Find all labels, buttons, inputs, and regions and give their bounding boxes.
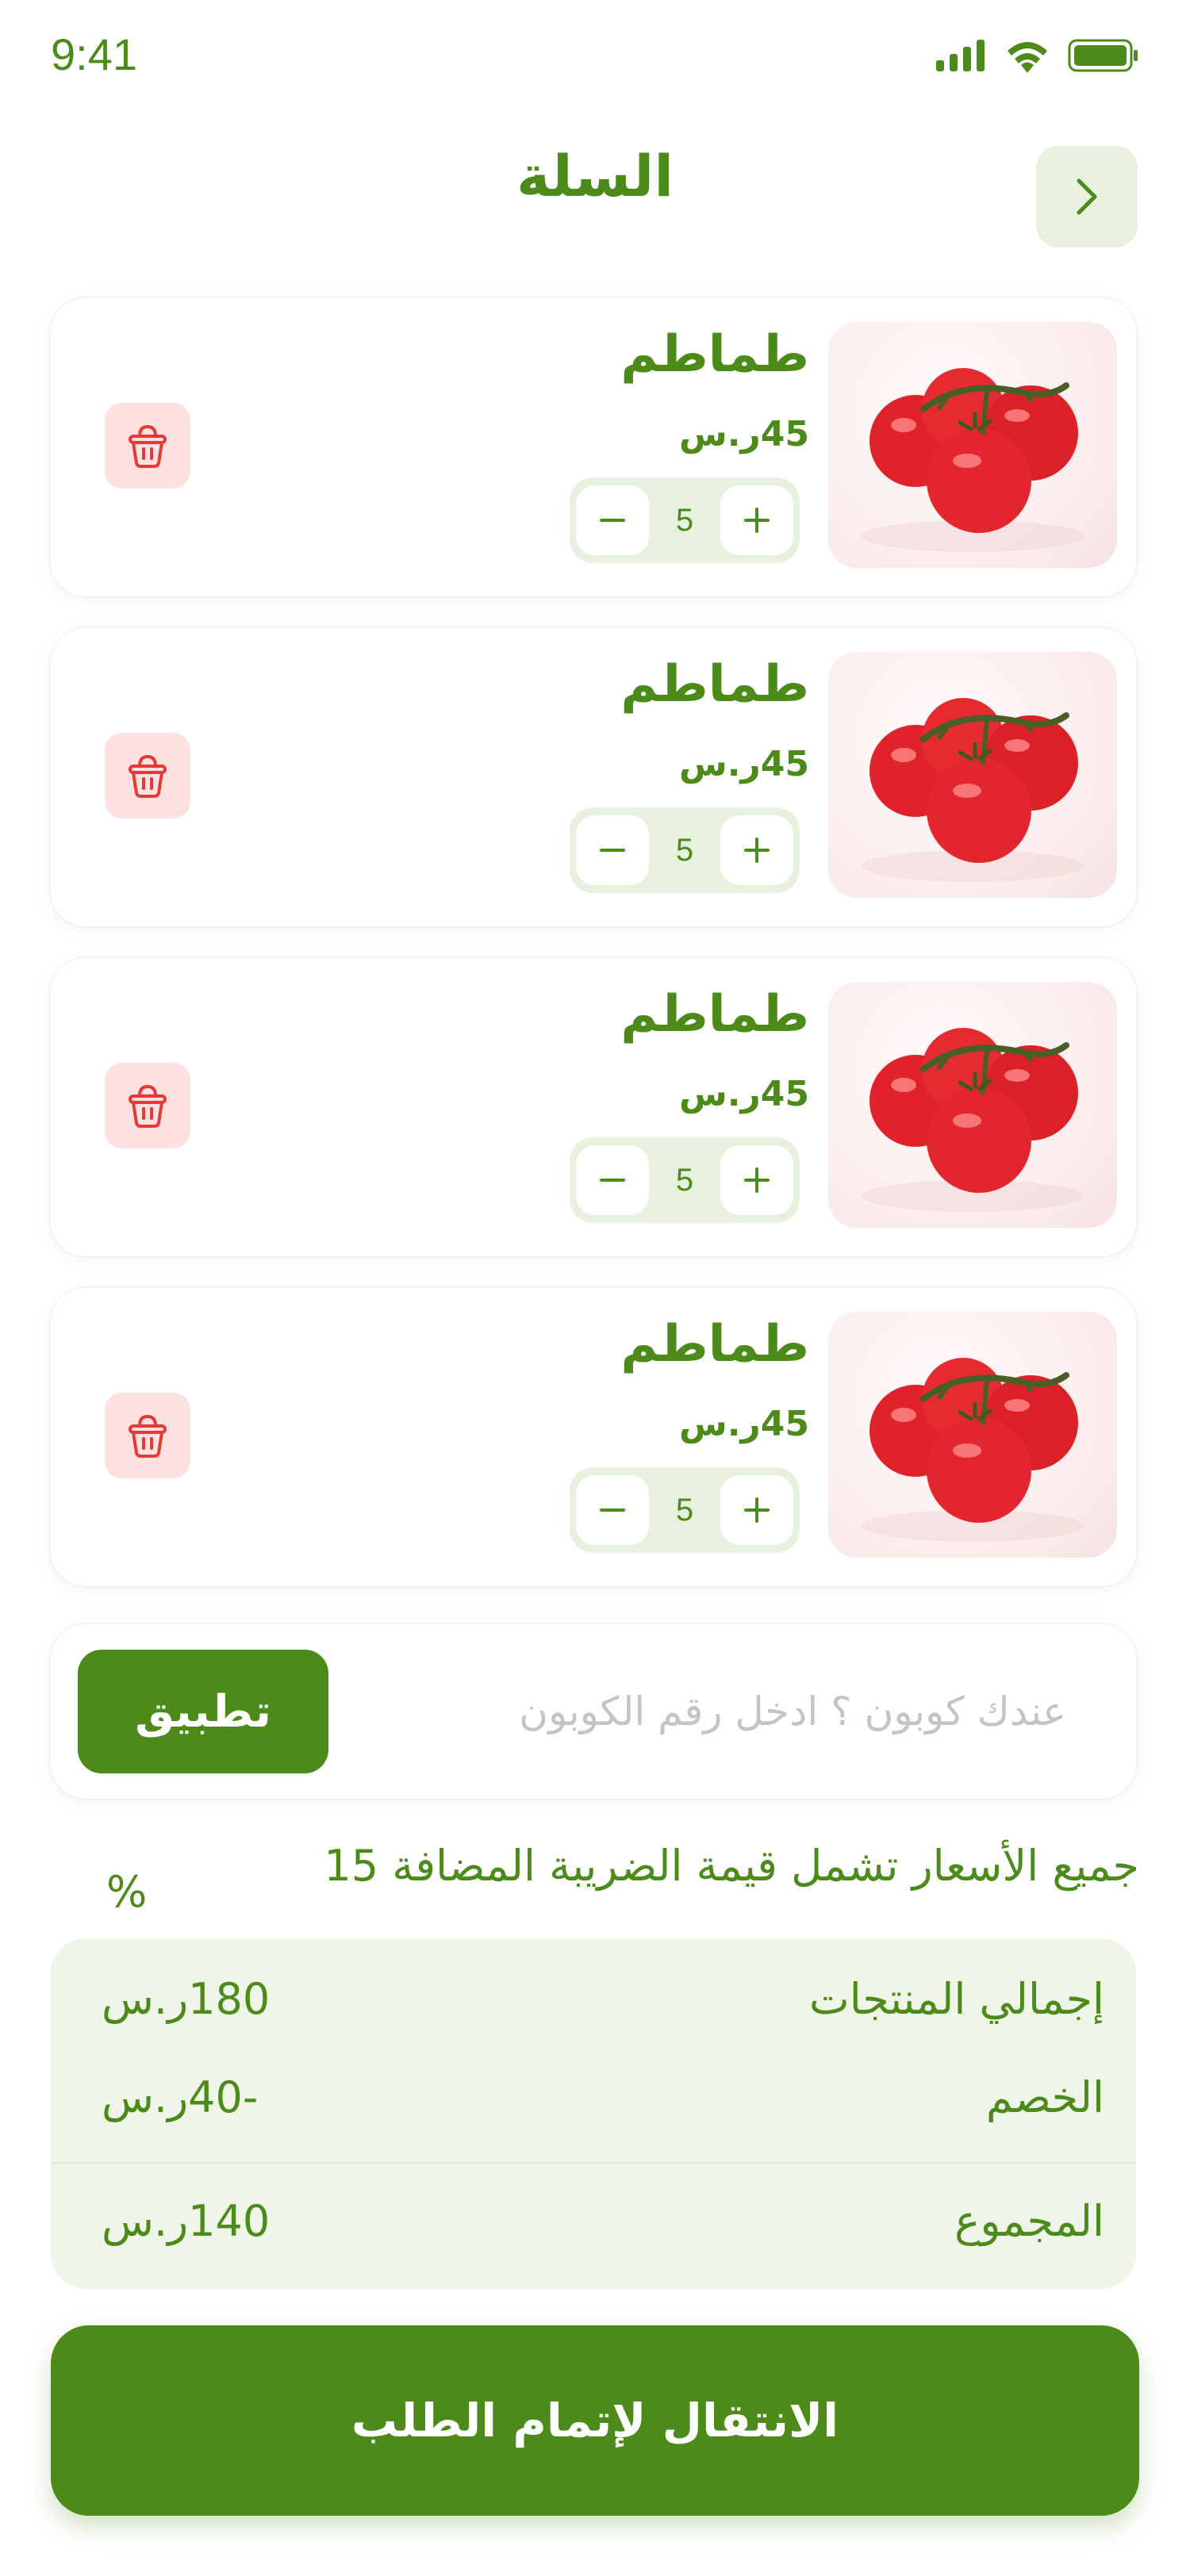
tomato-illustration: [862, 368, 1084, 552]
decrease-quantity-button[interactable]: [576, 815, 649, 885]
tomato-illustration: [862, 1358, 1084, 1542]
item-name: طماطم: [620, 655, 809, 714]
quantity-value: 5: [675, 1492, 694, 1528]
order-summary: 180ر.س إجمالي المنتجات -40ر.س الخصم 140ر…: [51, 1938, 1136, 2289]
grand-total-label: المجموع: [954, 2195, 1104, 2246]
wifi-icon: [1008, 42, 1047, 73]
increase-quantity-button[interactable]: [720, 815, 793, 885]
delete-item-button[interactable]: [105, 403, 190, 489]
tomato-illustration: [862, 1028, 1084, 1212]
status-bar: 9:41: [0, 0, 1190, 111]
quantity-stepper: 5: [570, 1467, 800, 1553]
summary-row-grand-total: 140ر.س المجموع: [102, 2189, 1104, 2252]
checkout-button[interactable]: الانتقال لإتمام الطلب: [51, 2325, 1139, 2516]
trash-basket-icon: [129, 1084, 167, 1128]
products-total-label: إجمالي المنتجات: [808, 1973, 1104, 2024]
plus-icon: [744, 1167, 770, 1193]
summary-divider: [51, 2162, 1136, 2164]
tax-percent: %: [106, 1867, 148, 1917]
coupon-box: تطبيق: [51, 1624, 1136, 1799]
decrease-quantity-button[interactable]: [576, 1475, 649, 1545]
item-price: 45ر.س: [679, 1074, 809, 1114]
quantity-stepper: 5: [570, 1137, 800, 1223]
product-image-tomato: [828, 1312, 1117, 1558]
summary-row-products-total: 180ر.س إجمالي المنتجات: [102, 1967, 1104, 2030]
page-title: السلة: [516, 143, 674, 209]
item-name: طماطم: [620, 325, 809, 384]
plus-icon: [744, 508, 770, 533]
quantity-value: 5: [675, 1162, 694, 1198]
product-image-tomato: [828, 982, 1117, 1228]
increase-quantity-button[interactable]: [720, 1475, 793, 1545]
plus-icon: [744, 1497, 770, 1523]
quantity-value: 5: [675, 502, 694, 538]
battery-icon: [1068, 39, 1138, 72]
grand-total-value: 140ر.س: [102, 2195, 271, 2246]
quantity-stepper: 5: [570, 477, 800, 563]
item-name: طماطم: [620, 1315, 809, 1374]
decrease-quantity-button[interactable]: [576, 1145, 649, 1215]
tax-note: جميع الأسعار تشمل قيمة الضريبة المضافة 1…: [324, 1841, 1139, 1891]
quantity-stepper: 5: [570, 807, 800, 893]
increase-quantity-button[interactable]: [720, 1145, 793, 1215]
item-price: 45ر.س: [679, 744, 809, 784]
minus-icon: [600, 1179, 625, 1182]
product-image-tomato: [828, 322, 1117, 568]
cart-item: طماطم 45ر.س 5: [51, 628, 1136, 926]
minus-icon: [600, 519, 625, 522]
trash-basket-icon: [129, 424, 167, 468]
item-name: طماطم: [620, 985, 809, 1044]
summary-row-discount: -40ر.س الخصم: [102, 2065, 1104, 2129]
cart-item: طماطم 45ر.س 5: [51, 958, 1136, 1256]
discount-value: -40ر.س: [102, 2072, 259, 2122]
delete-item-button[interactable]: [105, 1063, 190, 1148]
product-image-tomato: [828, 652, 1117, 898]
decrease-quantity-button[interactable]: [576, 485, 649, 555]
trash-basket-icon: [129, 754, 167, 798]
minus-icon: [600, 1508, 625, 1512]
minus-icon: [600, 849, 625, 852]
plus-icon: [744, 838, 770, 863]
item-price: 45ر.س: [679, 1404, 809, 1444]
increase-quantity-button[interactable]: [720, 485, 793, 555]
status-icons: [936, 36, 1139, 75]
quantity-value: 5: [675, 832, 694, 868]
tomato-illustration: [862, 698, 1084, 882]
delete-item-button[interactable]: [105, 733, 190, 818]
delete-item-button[interactable]: [105, 1393, 190, 1478]
chevron-right-icon: [1077, 178, 1097, 215]
back-button[interactable]: [1036, 146, 1138, 247]
trash-basket-icon: [129, 1414, 167, 1458]
cart-item: طماطم 45ر.س 5: [51, 298, 1136, 596]
discount-label: الخصم: [985, 2072, 1104, 2122]
apply-coupon-button[interactable]: تطبيق: [78, 1650, 328, 1773]
products-total-value: 180ر.س: [102, 1973, 271, 2024]
item-price: 45ر.س: [679, 414, 809, 454]
status-time: 9:41: [51, 29, 137, 79]
coupon-input[interactable]: [352, 1672, 1066, 1751]
signal-icon: [936, 40, 985, 71]
cart-item: طماطم 45ر.س 5: [51, 1288, 1136, 1586]
